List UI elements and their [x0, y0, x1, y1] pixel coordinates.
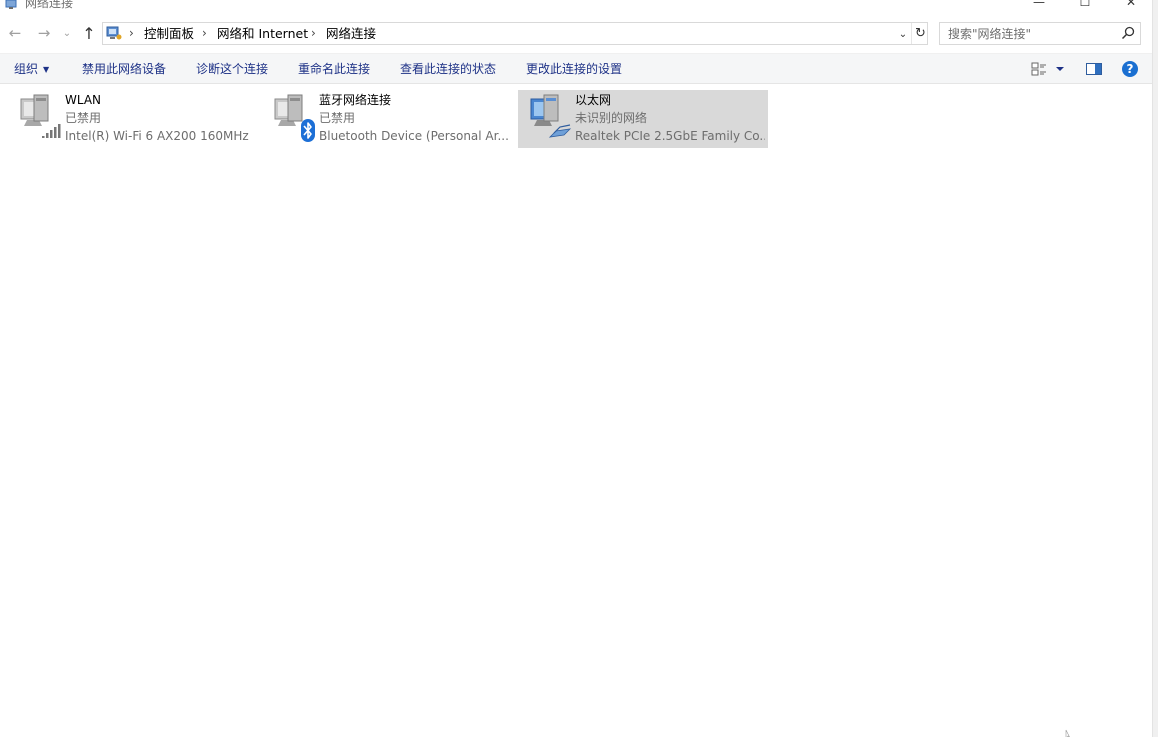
connection-device: Realtek PCIe 2.5GbE Family Co... — [575, 129, 765, 143]
window-right-border — [1152, 0, 1158, 737]
connection-status: 已禁用 — [319, 111, 356, 125]
rename-connection-button[interactable]: 重命名此连接 — [298, 61, 370, 77]
up-button[interactable]: ↑ — [78, 22, 100, 44]
control-panel-icon — [106, 26, 122, 40]
back-button[interactable]: ← — [4, 22, 26, 44]
refresh-button[interactable]: ↻ — [911, 23, 929, 44]
change-settings-button[interactable]: 更改此连接的设置 — [526, 61, 622, 77]
mouse-cursor-icon — [1065, 729, 1070, 737]
title-bar: 网络连接 — ☐ ✕ — [0, 0, 1158, 14]
command-bar: 组织 ▼ 禁用此网络设备 诊断这个连接 重命名此连接 查看此连接的状态 更改此连接… — [0, 53, 1152, 84]
svg-text:?: ? — [1127, 62, 1134, 76]
search-input[interactable] — [940, 23, 1116, 44]
connection-status: 未识别的网络 — [575, 111, 648, 125]
preview-pane-icon[interactable] — [1085, 61, 1103, 77]
search-icon[interactable] — [1120, 25, 1136, 41]
forward-button[interactable]: → — [33, 22, 55, 44]
wifi-adapter-icon — [20, 94, 61, 138]
breadcrumb-separator: › — [311, 26, 316, 40]
connection-device: Bluetooth Device (Personal Ar... — [319, 129, 509, 143]
ethernet-adapter-icon — [530, 94, 572, 138]
breadcrumb-separator: › — [202, 26, 207, 40]
breadcrumb-control-panel[interactable]: 控制面板 — [144, 26, 194, 42]
address-bar[interactable]: › 控制面板 › 网络和 Internet › 网络连接 ⌄ ↻ — [102, 22, 928, 45]
search-box[interactable] — [939, 22, 1141, 45]
connection-name: WLAN — [65, 93, 102, 107]
connection-tile-ethernet[interactable]: 以太网 未识别的网络 Realtek PCIe 2.5GbE Family Co… — [518, 90, 768, 148]
bluetooth-adapter-icon — [274, 94, 315, 142]
close-button[interactable]: ✕ — [1108, 0, 1154, 12]
diagnose-connection-button[interactable]: 诊断这个连接 — [196, 61, 268, 77]
connections-list: WLAN 已禁用 Intel(R) Wi-Fi 6 AX200 160MHz 蓝… — [0, 84, 1152, 737]
organize-menu-button[interactable]: 组织 ▼ — [14, 61, 49, 78]
dropdown-arrow-icon: ▼ — [43, 65, 50, 74]
breadcrumb-separator: › — [129, 26, 134, 40]
address-history-dropdown[interactable]: ⌄ — [896, 25, 910, 43]
connection-name: 以太网 — [575, 93, 612, 107]
connection-status: 已禁用 — [65, 111, 102, 125]
help-icon[interactable]: ? — [1121, 60, 1139, 78]
network-connections-app-icon — [5, 0, 17, 9]
disable-device-button[interactable]: 禁用此网络设备 — [82, 61, 166, 77]
recent-locations-button[interactable]: ⌄ — [58, 22, 76, 44]
connection-tile-bluetooth[interactable]: 蓝牙网络连接 已禁用 Bluetooth Device (Personal Ar… — [262, 90, 512, 148]
maximize-button[interactable]: ☐ — [1062, 0, 1108, 12]
connection-name: 蓝牙网络连接 — [319, 93, 392, 107]
breadcrumb-network-internet[interactable]: 网络和 Internet — [217, 26, 308, 42]
organize-label: 组织 — [14, 62, 39, 76]
connection-tile-wlan[interactable]: WLAN 已禁用 Intel(R) Wi-Fi 6 AX200 160MHz — [8, 90, 258, 148]
window-title: 网络连接 — [25, 0, 74, 10]
breadcrumb-network-connections[interactable]: 网络连接 — [326, 26, 376, 42]
change-view-icon[interactable] — [1029, 60, 1069, 78]
connection-device: Intel(R) Wi-Fi 6 AX200 160MHz — [65, 129, 249, 143]
minimize-button[interactable]: — — [1016, 0, 1062, 12]
view-status-button[interactable]: 查看此连接的状态 — [400, 61, 496, 77]
